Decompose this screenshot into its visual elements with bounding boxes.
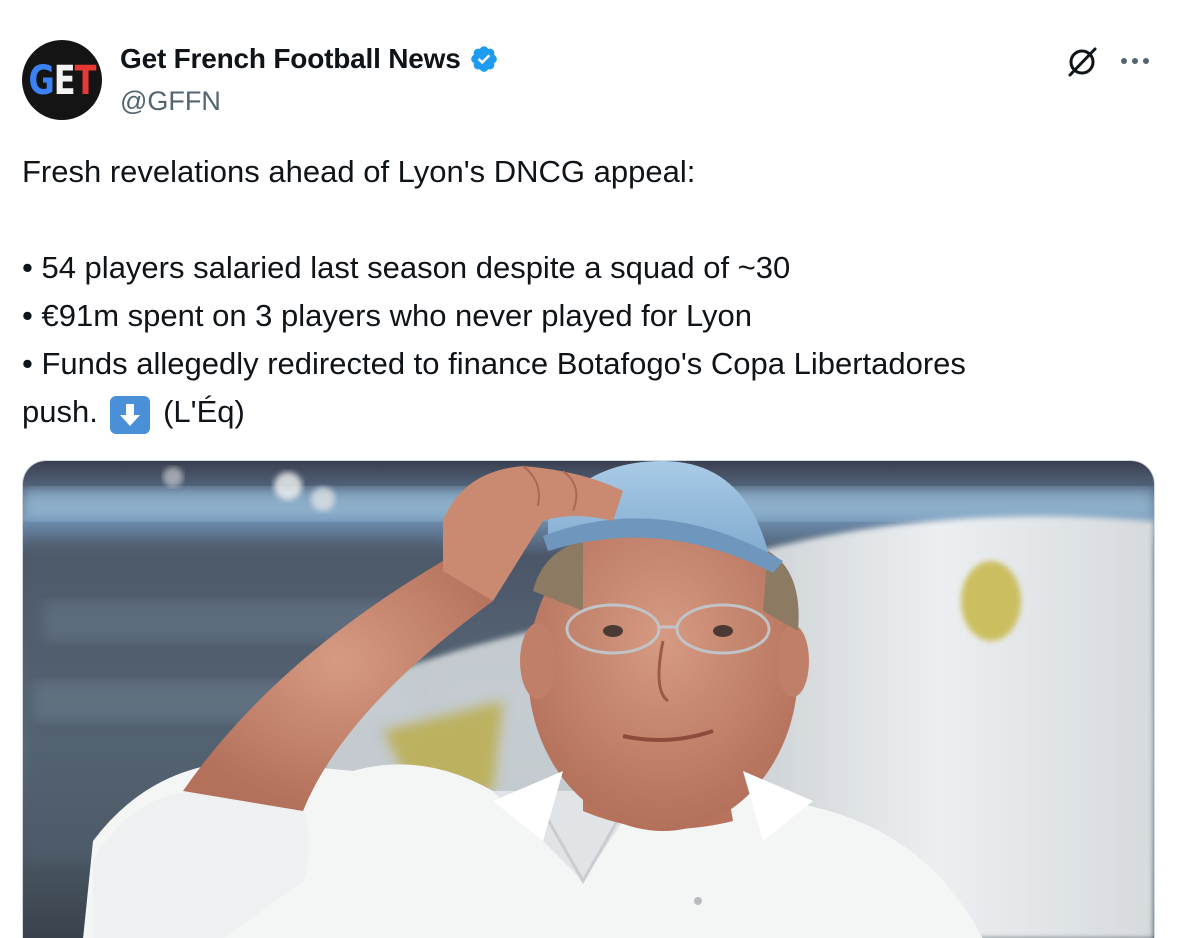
author-handle[interactable]: @GFFN — [120, 86, 221, 117]
tweet-source: (L'Éq) — [163, 394, 245, 429]
tweet-text: Fresh revelations ahead of Lyon's DNCG a… — [22, 148, 1147, 436]
tweet-bullet-2: • €91m spent on 3 players who never play… — [22, 298, 753, 333]
more-options-icon[interactable] — [1118, 46, 1152, 76]
ellipsis-icon — [1121, 58, 1149, 64]
tweet-bullet-3: • Funds allegedly redirected to finance … — [22, 346, 966, 381]
avatar[interactable]: GET — [22, 40, 102, 120]
grok-icon[interactable] — [1064, 44, 1100, 80]
author-display-name[interactable]: Get French Football News — [120, 43, 461, 75]
avatar-letter-e: E — [53, 56, 76, 104]
avatar-letter-t: T — [74, 56, 97, 104]
avatar-logo: GET — [28, 56, 97, 104]
down-arrow-emoji-icon — [110, 396, 151, 434]
tweet-bullet-3-continued: push. (L'Éq) — [22, 388, 1147, 436]
tweet-bullet-3-tail: push. — [22, 394, 98, 429]
tweet-photo[interactable] — [22, 460, 1155, 938]
verified-badge-icon — [470, 46, 497, 72]
photo-image — [23, 461, 1154, 938]
author-name-row: Get French Football News — [120, 43, 499, 75]
tweet-line-intro: Fresh revelations ahead of Lyon's DNCG a… — [22, 154, 696, 189]
tweet-card: GET Get French Football News @GFFN Fresh… — [0, 0, 1182, 938]
tweet-bullet-1: • 54 players salaried last season despit… — [22, 250, 791, 285]
avatar-letter-g: G — [28, 56, 55, 104]
tweet-blank-line — [22, 196, 1147, 244]
